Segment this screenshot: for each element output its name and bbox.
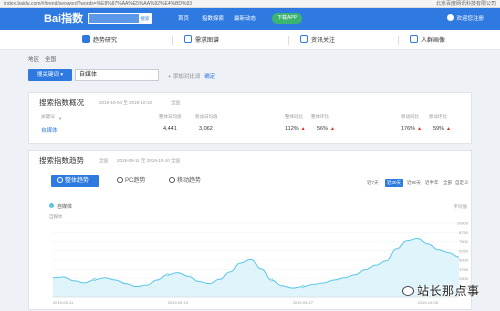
x-tick-label: 2019-10-05 [418, 300, 439, 305]
trend-scope-2: 全国 [171, 158, 180, 163]
data-point [166, 273, 170, 277]
legend-dot-icon [49, 203, 54, 208]
range-half-year[interactable]: 近半年 [425, 179, 439, 187]
col-mobile-yoy: 移动同比 [401, 114, 419, 119]
avatar [447, 14, 455, 21]
region-selector[interactable]: 地区 全国 [28, 55, 62, 63]
x-tick-label: 2019-09-11 [53, 300, 74, 305]
y-tick-label: 7500 [459, 239, 469, 244]
tab-pc-trend[interactable]: PC趋势 [117, 175, 145, 187]
top-navigation: Bai指数 搜索 首页 指数探索 最新动态 下载APP 欢迎您注册 [0, 8, 500, 30]
col-keyword: 关键词 [41, 114, 55, 119]
row-overall-yoy: 112% ▲ [285, 126, 306, 132]
overview-scope: 全国 [171, 100, 180, 105]
range-30d[interactable]: 近30天 [385, 179, 404, 187]
col-overall-avg: 整体日均值 [159, 114, 182, 119]
monitor-icon [117, 177, 123, 183]
range-7d[interactable]: 近7天 [367, 179, 379, 187]
add-compare-button[interactable]: + 添加对比词 确定 [168, 72, 215, 80]
browser-url-bar[interactable]: index.baidu.com/#/trend/seoword?words=%E… [0, 0, 500, 8]
tab-overall-trend[interactable]: 整体趋势 [51, 175, 99, 187]
y-tick-label: 10000 [457, 221, 469, 226]
tab-trend[interactable]: 趋势研究 [82, 35, 117, 46]
news-icon [300, 35, 308, 43]
y-tick-label: 2500 [459, 276, 469, 281]
range-all[interactable]: 全部 [443, 179, 452, 187]
download-app-button[interactable]: 下载APP [272, 13, 302, 24]
y-tick-label: 8750 [459, 230, 469, 235]
user-menu[interactable]: 欢迎您注册 [447, 14, 484, 24]
row-mobile-avg: 3,062 [199, 126, 213, 132]
search-input[interactable]: 搜索 [88, 13, 152, 24]
people-icon [410, 35, 418, 43]
y-tick-label: 3750 [459, 267, 469, 272]
tab-audience[interactable]: 人群画像 [410, 35, 445, 46]
trend-date[interactable]: 2019-09-11 至 2019-10-10 [117, 158, 170, 164]
y-tick-label: 5000 [459, 258, 469, 263]
trend-title: 搜索指数趋势 [39, 156, 84, 165]
chart-legend[interactable]: 自媒体 [49, 203, 72, 210]
wechat-icon [402, 286, 414, 296]
nav-news[interactable]: 最新动态 [234, 15, 256, 23]
keyword-type-button[interactable]: 搜关键词 ▾ [28, 69, 72, 81]
average-toggle[interactable]: 平均值 [454, 204, 468, 210]
tab-demand[interactable]: 需求图谱 [184, 35, 219, 46]
nav-home[interactable]: 首页 [178, 15, 189, 23]
filter-bar: 地区 全国 搜关键词 ▾ 自媒体 + 添加对比词 确定 [28, 55, 472, 88]
chart-icon [57, 177, 63, 183]
trend-icon [82, 35, 90, 43]
main-tabs: 趋势研究 需求图谱 资讯关注 人群画像 [0, 30, 500, 50]
site-owner-info: 北京百度网讯科技有限公司 [435, 1, 496, 7]
graph-icon [184, 35, 192, 43]
overview-panel: 搜索指数概况 2019-10-04 至 2019-10-10 全国 关键词 ▾ … [28, 92, 472, 144]
baidu-index-logo[interactable]: Bai指数 [44, 12, 83, 26]
row-overall-avg: 4,441 [163, 126, 177, 132]
wechat-watermark: 站长那点事 [402, 282, 480, 299]
phone-icon [169, 177, 175, 183]
data-point [93, 278, 97, 282]
range-custom[interactable]: 自定义 [455, 179, 469, 187]
data-point [301, 285, 305, 289]
keyword-input[interactable]: 自媒体 [75, 69, 159, 81]
col-overall-yoy: 整体同比 [285, 114, 303, 119]
x-tick-label: 2019-09-27 [293, 300, 314, 305]
nav-explore[interactable]: 指数探索 [202, 15, 224, 23]
range-90d[interactable]: 近90天 [407, 179, 421, 187]
row-mobile-mom: 59% ▲ [433, 126, 451, 132]
col-overall-mom: 整体环比 [311, 114, 329, 119]
search-button[interactable]: 搜索 [139, 14, 151, 23]
overview-title: 搜索指数概况 [39, 98, 84, 107]
url-text[interactable]: index.baidu.com/#/trend/seoword?words=%E… [4, 1, 192, 7]
row-mobile-yoy: 176% ▲ [401, 126, 423, 132]
x-tick-label: 2019-09-19 [168, 300, 189, 305]
confirm-button[interactable]: 确定 [204, 74, 215, 80]
col-unit: ▾ [59, 116, 62, 121]
y-tick-label: 6250 [459, 248, 469, 253]
tab-mobile-trend[interactable]: 移动趋势 [169, 175, 201, 187]
overview-date[interactable]: 2019-10-04 至 2019-10-10 [99, 100, 152, 106]
row-keyword[interactable]: 自媒体 [41, 126, 58, 134]
tab-news[interactable]: 资讯关注 [300, 35, 335, 46]
col-mobile-mom: 移动环比 [429, 114, 447, 119]
data-point [270, 278, 274, 282]
row-overall-mom: 56% ▲ [317, 126, 335, 132]
trend-scope: 全国 [99, 158, 108, 163]
series-area [53, 238, 459, 297]
col-mobile-avg: 移动日均值 [195, 114, 218, 119]
